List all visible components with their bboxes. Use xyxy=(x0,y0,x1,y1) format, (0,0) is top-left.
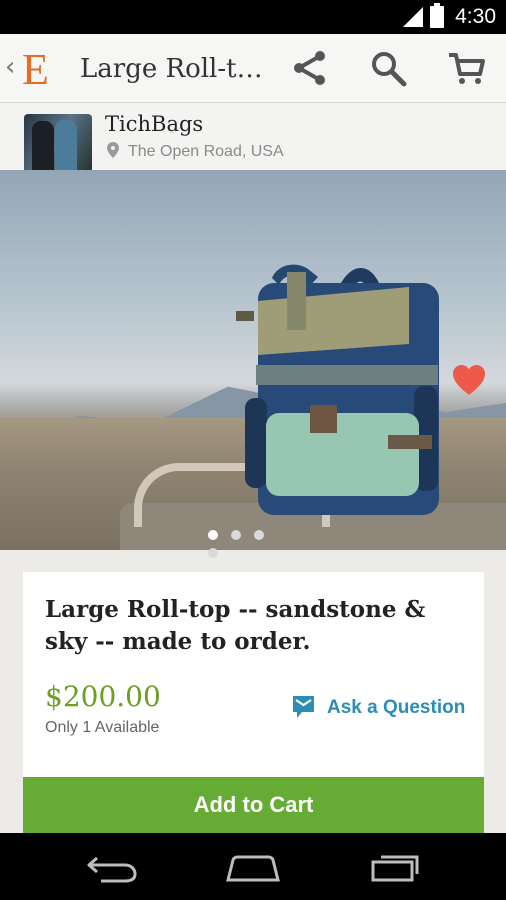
pin-icon xyxy=(107,142,119,158)
chat-icon xyxy=(293,696,314,718)
home-nav-icon[interactable] xyxy=(224,853,282,883)
page-title: Large Roll-to... xyxy=(80,54,265,84)
carousel-dot[interactable] xyxy=(208,548,218,558)
action-bar: ‹ E Large Roll-to... xyxy=(0,34,506,103)
battery-icon xyxy=(430,3,444,28)
carousel-dot-active[interactable] xyxy=(208,530,218,540)
cart-icon[interactable] xyxy=(446,48,486,88)
availability-text: Only 1 Available xyxy=(45,719,160,736)
navigation-bar xyxy=(0,833,506,900)
shop-location: The Open Road, USA xyxy=(107,142,284,161)
status-bar: 4:30 xyxy=(0,0,506,34)
back-chevron[interactable]: ‹ xyxy=(5,52,15,82)
ask-question-label: Ask a Question xyxy=(327,697,466,718)
status-time: 4:30 xyxy=(455,5,496,28)
shop-bar[interactable]: TichBags The Open Road, USA xyxy=(0,103,506,182)
back-nav-icon[interactable] xyxy=(86,853,138,883)
favorite-heart-icon[interactable] xyxy=(452,364,486,398)
share-icon[interactable] xyxy=(290,48,330,88)
product-image[interactable] xyxy=(0,170,506,550)
recents-nav-icon[interactable] xyxy=(368,853,422,883)
carousel-indicator xyxy=(208,527,293,558)
product-title: Large Roll-top -- sandstone & sky -- mad… xyxy=(45,596,426,655)
product-price: $200.00 xyxy=(45,680,161,713)
carousel-dot[interactable] xyxy=(254,530,264,540)
shop-name[interactable]: TichBags xyxy=(105,112,203,136)
etsy-logo[interactable]: E xyxy=(22,44,49,95)
product-info-card: Large Roll-top -- sandstone & sky -- mad… xyxy=(23,572,484,777)
shop-location-text: The Open Road, USA xyxy=(128,143,284,160)
carousel-dot[interactable] xyxy=(231,530,241,540)
signal-icon xyxy=(403,7,423,27)
add-to-cart-button[interactable]: Add to Cart xyxy=(23,777,484,833)
search-icon[interactable] xyxy=(368,48,408,88)
backpack-image xyxy=(236,264,439,515)
